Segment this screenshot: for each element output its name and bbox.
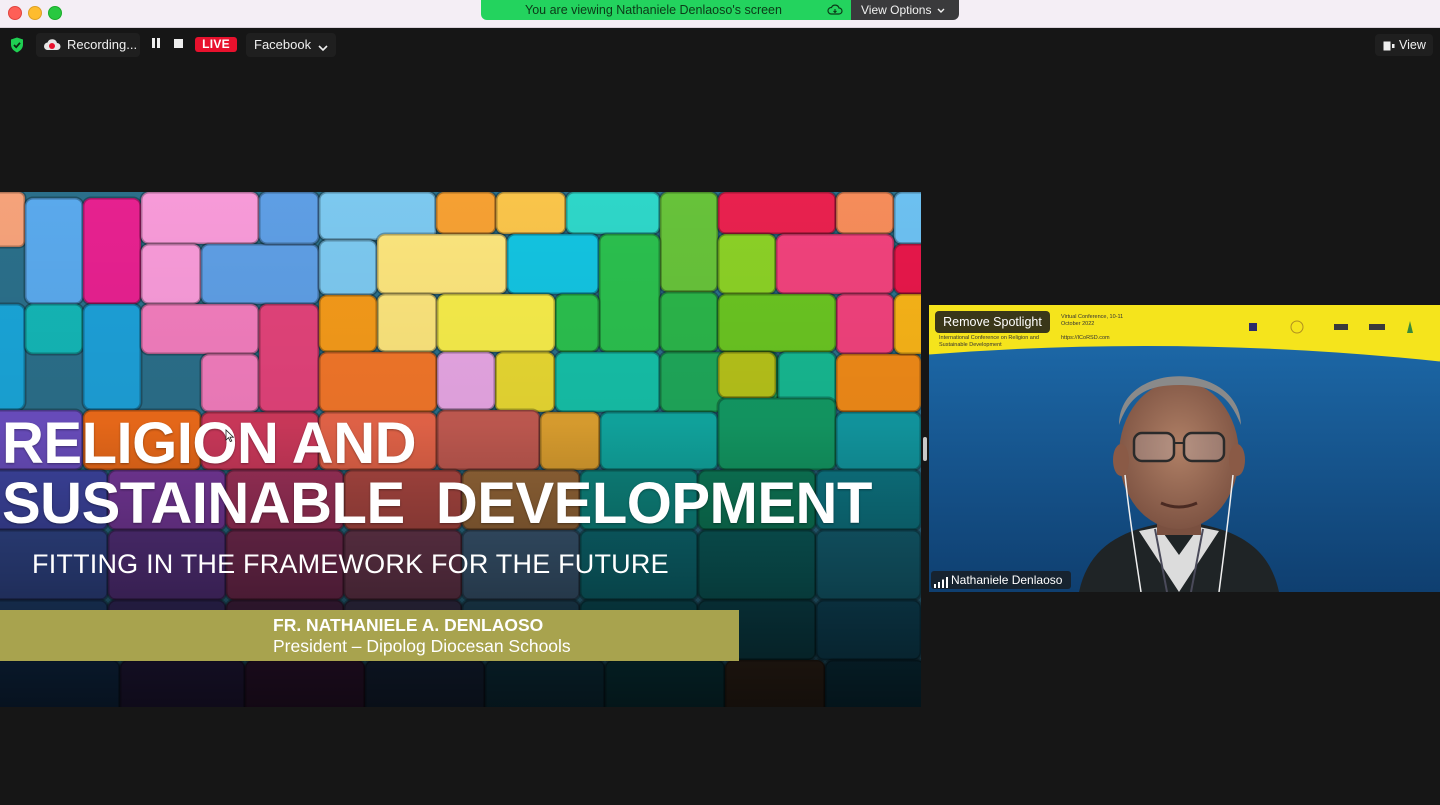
stream-destination-label: Facebook [254,37,312,52]
participant-name: Nathaniele Denlaoso [951,573,1063,587]
shared-screen[interactable]: RELIGION AND SUSTAINABLE DEVELOPMENT FIT… [0,192,921,707]
stop-recording-button[interactable] [174,39,183,48]
close-window-button[interactable] [8,6,22,20]
screen-share-banner: You are viewing Nathaniele Denlaoso's sc… [481,0,851,20]
background-conference-title: International Conference on Religion and… [939,335,1039,348]
screen-share-banner-text: You are viewing Nathaniele Denlaoso's sc… [525,3,782,17]
participant-name-tag: Nathaniele Denlaoso [931,571,1071,589]
mouse-cursor-icon [225,429,235,448]
live-stream-destination-dropdown[interactable]: Facebook [246,33,336,57]
pause-recording-button[interactable] [151,38,161,48]
signal-strength-icon [934,575,948,592]
presenter-banner: FR. NATHANIELE A. DENLAOSO President – D… [0,610,739,661]
fullscreen-window-button[interactable] [48,6,62,20]
panel-resize-handle[interactable] [923,437,927,461]
slide-title-line-1: RELIGION AND [2,411,416,476]
view-label: View [1399,38,1426,52]
chevron-down-icon [318,40,328,55]
view-options-button[interactable]: View Options [851,0,959,20]
presenter-name: FR. NATHANIELE A. DENLAOSO [273,615,544,635]
cloud-icon [827,3,843,21]
recording-label: Recording... [67,37,138,52]
presenter-role: President – Dipolog Diocesan Schools [273,636,571,656]
chevron-down-icon [937,3,945,17]
live-badge: LIVE [195,37,237,52]
shield-check-icon[interactable] [10,37,24,58]
view-layout-icon [1383,40,1395,54]
background-conference-date: Virtual Conference, 10-11 October 2022 [1061,314,1124,327]
cloud-recording-icon [42,38,62,56]
slide-title: RELIGION AND SUSTAINABLE DEVELOPMENT [2,414,872,534]
background-conference-url: https://ICoRSD.com [1061,335,1110,341]
slide-title-line-2: SUSTAINABLE DEVELOPMENT [2,471,872,536]
remove-spotlight-button[interactable]: Remove Spotlight [935,311,1050,333]
window-titlebar: You are viewing Nathaniele Denlaoso's sc… [0,0,1440,28]
minimize-window-button[interactable] [28,6,42,20]
meeting-toolbar: Recording... LIVE Facebook View [0,28,1440,62]
slide-subtitle: FITTING IN THE FRAMEWORK FOR THE FUTURE [32,549,669,579]
view-options-label: View Options [861,3,932,17]
recording-status[interactable]: Recording... [36,33,140,57]
view-layout-button[interactable]: View [1375,34,1433,56]
speaker-video-tile[interactable]: International Conference on Religion and… [929,305,1440,592]
